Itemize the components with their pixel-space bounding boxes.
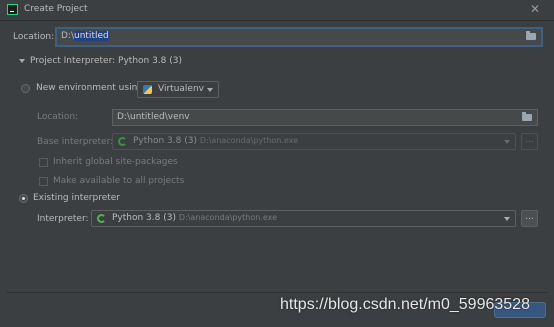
new-environment-label: New environment using xyxy=(36,83,143,93)
interpreter-dropdown[interactable]: Python 3.8 (3) D:\anaconda\python.exe xyxy=(91,210,516,227)
environment-tool-dropdown[interactable]: Virtualenv xyxy=(137,81,219,98)
folder-icon[interactable] xyxy=(522,112,532,121)
close-icon[interactable]: ✕ xyxy=(530,2,540,16)
make-available-label: Make available to all projects xyxy=(53,176,185,186)
existing-interpreter-label: Existing interpreter xyxy=(33,193,120,203)
pycharm-app-icon xyxy=(7,4,18,15)
environment-tool-value: Virtualenv xyxy=(158,84,204,94)
new-environment-radio[interactable] xyxy=(21,84,30,93)
location-value: D:\untitled xyxy=(61,31,109,41)
chevron-down-icon xyxy=(207,88,213,92)
venv-location-input[interactable]: D:\untitled\venv xyxy=(112,109,538,126)
base-interpreter-browse-button[interactable]: ... xyxy=(521,133,538,150)
chevron-down-icon xyxy=(504,140,510,144)
inherit-packages-label: Inherit global site-packages xyxy=(53,157,178,167)
interpreter-browse-button[interactable]: ... xyxy=(521,210,538,227)
python-interpreter-icon xyxy=(118,137,127,146)
python-interpreter-icon xyxy=(97,214,106,223)
location-label: Location: xyxy=(13,32,55,42)
existing-interpreter-radio[interactable] xyxy=(19,194,28,203)
base-interpreter-value: Python 3.8 (3) D:\anaconda\python.exe xyxy=(133,136,299,146)
chevron-down-icon xyxy=(504,217,510,221)
watermark-text: https://blog.csdn.net/m0_59963528 xyxy=(280,296,530,313)
inherit-packages-checkbox[interactable] xyxy=(39,158,48,167)
python-icon xyxy=(143,85,152,94)
collapse-arrow-icon[interactable] xyxy=(19,59,25,63)
interpreter-section-title[interactable]: Project Interpreter: Python 3.8 (3) xyxy=(30,56,182,66)
title-bar: Create Project ✕ xyxy=(0,0,554,21)
interpreter-label: Interpreter: xyxy=(37,214,89,224)
make-available-checkbox[interactable] xyxy=(39,177,48,186)
base-interpreter-dropdown[interactable]: Python 3.8 (3) D:\anaconda\python.exe xyxy=(112,133,516,150)
interpreter-value: Python 3.8 (3) D:\anaconda\python.exe xyxy=(112,213,278,223)
location-input[interactable]: D:\untitled xyxy=(56,28,542,46)
window-title: Create Project xyxy=(24,4,88,14)
folder-icon[interactable] xyxy=(526,31,536,40)
venv-location-value: D:\untitled\venv xyxy=(117,112,190,122)
venv-location-label: Location: xyxy=(37,112,79,122)
base-interpreter-label: Base interpreter: xyxy=(37,137,114,147)
